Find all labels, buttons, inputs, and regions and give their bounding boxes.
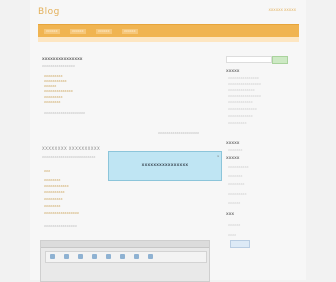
- nav-subbar: [38, 37, 299, 42]
- sidebar-badge[interactable]: [230, 240, 250, 248]
- nav-item-4[interactable]: XXXXXX: [122, 29, 138, 34]
- post-line[interactable]: XXXXXXXXXXXX: [44, 184, 69, 188]
- dialog-message: XXXXXXXXXXXXXXXX: [141, 163, 189, 167]
- post-line[interactable]: XXXXXXXXXXXXXXXXX: [44, 211, 79, 215]
- post-line[interactable]: XXXXXXXXX: [44, 197, 63, 201]
- sidebar-heading: XXXXX: [226, 69, 240, 73]
- sidebar-link[interactable]: XXXXXXXXXXXXXXXX: [228, 82, 261, 86]
- toolbar-icon: [106, 254, 111, 259]
- search-input[interactable]: [226, 56, 272, 63]
- post-line[interactable]: XXXXXXXX: [44, 204, 60, 208]
- sidebar-link[interactable]: XXXXXX: [228, 223, 240, 227]
- sidebar-link[interactable]: XXXX: [228, 233, 236, 237]
- post-line[interactable]: XXXXXXXXX: [44, 74, 63, 78]
- toolbar-icon: [50, 254, 55, 259]
- post-line: XXXXXXXXXXXXXXXXXXXX: [44, 111, 86, 115]
- post-line[interactable]: XXXXXX: [44, 84, 56, 88]
- post-meta: XXXXXXXXXXXXXXXX: [42, 64, 75, 68]
- post-screenshot-image: [40, 240, 210, 282]
- sidebar-link[interactable]: XXXXXXXXXXXXXX: [228, 107, 257, 111]
- sidebar-link[interactable]: XXXXXXXXXXXX: [228, 100, 253, 104]
- sidebar-link[interactable]: XXXXXXXXX: [228, 121, 247, 125]
- sidebar-heading: XXX: [226, 212, 235, 216]
- toolbar-icon: [134, 254, 139, 259]
- main-navbar: XXXXXX XXXXXX XXXXXX XXXXXX: [38, 24, 299, 42]
- post-line[interactable]: XXXXXXXX: [44, 100, 60, 104]
- nav-item-3[interactable]: XXXXXX: [96, 29, 112, 34]
- sidebar-link[interactable]: XXXXXXXX: [228, 182, 244, 186]
- sidebar-link[interactable]: XXXXXXXXXXXXX: [228, 88, 255, 92]
- sidebar-link[interactable]: XXXXXXX: [228, 148, 242, 152]
- sidebar-heading: XXXXX: [226, 156, 240, 160]
- toolbar-icon: [64, 254, 69, 259]
- toolbar: [45, 251, 207, 263]
- post-footer: XXXXXXXXXXXXXXXX: [44, 224, 77, 228]
- sidebar-link[interactable]: XXXXXXXXX: [228, 192, 247, 196]
- site-logo[interactable]: Blog: [38, 7, 60, 17]
- post-line[interactable]: XXX: [44, 169, 50, 173]
- sidebar-heading: XXXXX: [226, 141, 240, 145]
- post-footer[interactable]: XXXXXXXXXXXXXXXXXXXX: [158, 131, 199, 135]
- post-meta: XXXXXXXXXXXXXXXXXXXXXXXXXX: [42, 155, 96, 159]
- sidebar-link[interactable]: XXXXXXXXXXXXXXX: [228, 76, 259, 80]
- post-line[interactable]: XXXXXXXXXX: [44, 190, 65, 194]
- toolbar-icon: [92, 254, 97, 259]
- sidebar-link[interactable]: XXXXXXXXXXXX: [228, 114, 253, 118]
- sidebar-link[interactable]: XXXXXXXXXXXXXXXX: [228, 94, 261, 98]
- toolbar-icon: [148, 254, 153, 259]
- post-line[interactable]: XXXXXXXXXXX: [44, 79, 67, 83]
- search-button[interactable]: [272, 56, 288, 64]
- header-right-text[interactable]: XXXXXX XXXXX: [269, 8, 297, 12]
- toolbar-icon: [120, 254, 125, 259]
- page-background: [30, 0, 306, 280]
- window-titlebar: [41, 241, 209, 248]
- toolbar-icon: [78, 254, 83, 259]
- sidebar-link[interactable]: XXXXXX: [228, 201, 240, 205]
- nav-item-1[interactable]: XXXXXX: [44, 29, 60, 34]
- notification-dialog[interactable]: x XXXXXXXXXXXXXXXX: [108, 151, 222, 181]
- sidebar-link[interactable]: XXXXXXX: [228, 174, 242, 178]
- post-title[interactable]: XXXXXXXX XXXXXXXXXX: [42, 146, 100, 151]
- nav-item-2[interactable]: XXXXXX: [70, 29, 86, 34]
- post-line[interactable]: XXXXXXXXX: [44, 95, 63, 99]
- sidebar-link[interactable]: XXXXXXXXXX: [228, 165, 249, 169]
- close-icon[interactable]: x: [217, 154, 219, 158]
- post-line[interactable]: XXXXXXXX: [44, 178, 60, 182]
- post-line[interactable]: XXXXXXXXXXXXXX: [44, 89, 73, 93]
- post-title[interactable]: XXXXXXXXXXXXXXX: [42, 57, 82, 61]
